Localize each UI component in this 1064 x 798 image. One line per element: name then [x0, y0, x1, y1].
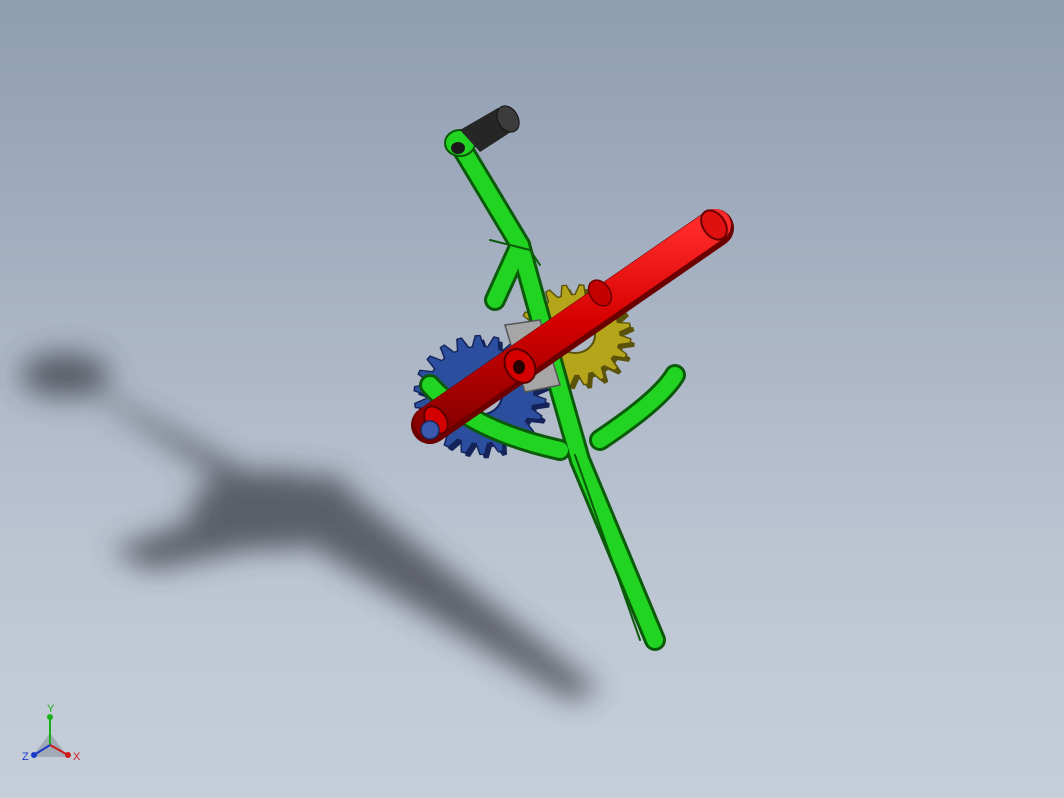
axle-pin	[420, 420, 440, 440]
x-axis-label: X	[73, 751, 81, 763]
z-axis-label: Z	[22, 751, 29, 763]
model-scene[interactable]: Y X Z	[0, 0, 1064, 798]
graphics-viewport[interactable]: Y X Z	[0, 0, 1064, 798]
y-axis-label: Y	[47, 703, 55, 715]
handle-rod[interactable]	[411, 206, 734, 444]
orientation-triad[interactable]: Y X Z	[22, 703, 81, 763]
x-axis-tip-icon	[65, 752, 71, 758]
z-axis-tip-icon	[31, 752, 37, 758]
